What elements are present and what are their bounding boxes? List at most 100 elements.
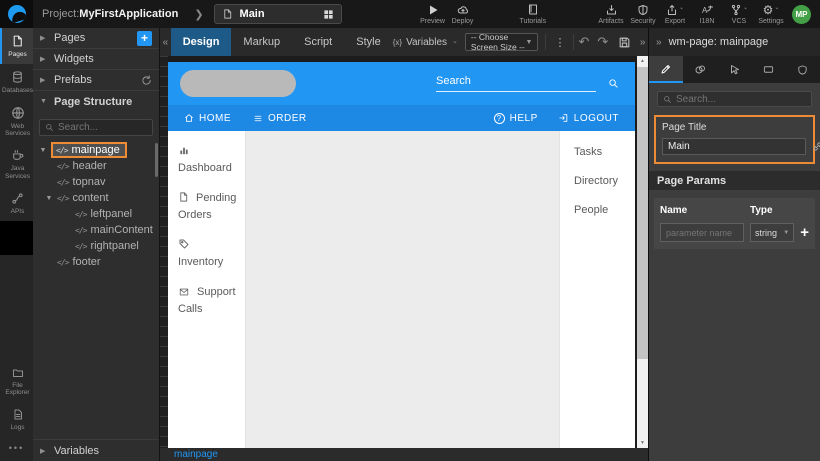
tab-properties[interactable]: [649, 56, 683, 83]
structure-search-input[interactable]: [58, 122, 147, 133]
grid-icon[interactable]: [323, 9, 334, 20]
search-icon[interactable]: [608, 78, 619, 89]
tree-node-content[interactable]: ▼ content: [33, 190, 159, 206]
preview-main-content[interactable]: [246, 131, 559, 448]
collapse-left-panel-icon[interactable]: «: [160, 37, 171, 48]
user-avatar[interactable]: MP: [792, 5, 811, 24]
param-type-select[interactable]: string ▼: [750, 223, 794, 242]
variable-icon: [393, 38, 402, 47]
tree-scrollbar[interactable]: [155, 143, 158, 177]
menu-item-support-calls[interactable]: Support Calls: [178, 284, 241, 317]
tab-device[interactable]: [752, 56, 786, 83]
menu-item-people[interactable]: People: [574, 204, 635, 216]
security-button[interactable]: Security: [628, 4, 658, 25]
tab-markup[interactable]: Markup: [231, 28, 292, 56]
section-widgets[interactable]: ▶ Widgets: [33, 49, 159, 70]
nav-order-link[interactable]: ORDER: [253, 113, 307, 124]
settings-button[interactable]: ⚙⌄ Settings: [756, 4, 786, 25]
tree-node-header[interactable]: header: [33, 158, 159, 174]
export-button[interactable]: ⌄ Export: [660, 4, 690, 25]
envelope-icon: [178, 287, 190, 297]
preview-header[interactable]: Search: [168, 62, 635, 105]
tab-styles[interactable]: [683, 56, 717, 83]
section-page-structure[interactable]: ▼ Page Structure: [33, 91, 159, 112]
preview-logo-placeholder[interactable]: [180, 70, 296, 97]
page-title-input[interactable]: [662, 138, 806, 155]
tab-security[interactable]: [786, 56, 820, 83]
section-prefabs[interactable]: ▶ Prefabs: [33, 70, 159, 91]
properties-search-input[interactable]: [676, 94, 806, 105]
variables-dropdown[interactable]: Variables ⌄: [393, 37, 458, 48]
tree-node-maincontent[interactable]: mainContent: [33, 222, 159, 238]
tab-style[interactable]: Style: [344, 28, 392, 56]
deploy-button[interactable]: Deploy: [448, 4, 478, 25]
caret-down-icon: ⌄: [774, 4, 779, 12]
nav-home-link[interactable]: HOME: [184, 113, 231, 124]
widget-code-icon: [75, 210, 86, 219]
rail-item-databases[interactable]: Databases: [0, 64, 33, 100]
menu-item-dashboard[interactable]: Dashboard: [178, 143, 241, 176]
scroll-up-icon[interactable]: ▲: [637, 56, 648, 66]
screen-size-select[interactable]: -- Choose Screen Size -- ▼: [465, 33, 539, 51]
rail-item-web-services[interactable]: Web Services: [0, 100, 33, 144]
properties-search[interactable]: [657, 91, 812, 107]
menu-item-inventory[interactable]: Inventory: [178, 237, 241, 270]
tree-node-mainpage[interactable]: ▼ mainpage: [33, 142, 159, 158]
menu-item-tasks[interactable]: Tasks: [574, 146, 635, 158]
preview-search-input[interactable]: Search: [436, 75, 596, 92]
wavemaker-logo-icon: [8, 5, 26, 23]
tree-node-leftpanel[interactable]: leftpanel: [33, 206, 159, 222]
vcs-button[interactable]: ⌄ VCS: [724, 4, 754, 25]
expanded-arrow-icon[interactable]: ▼: [39, 147, 47, 154]
nav-help-link[interactable]: ? HELP: [494, 113, 538, 124]
more-icon[interactable]: •••: [0, 437, 33, 461]
add-page-button[interactable]: +: [137, 31, 152, 46]
breadcrumb-mainpage[interactable]: mainpage: [174, 449, 218, 460]
section-variables[interactable]: ▶ Variables: [33, 439, 159, 461]
collapse-panel-icon[interactable]: »: [656, 37, 662, 48]
tab-script[interactable]: Script: [292, 28, 344, 56]
nav-logout-link[interactable]: LOGOUT: [558, 113, 619, 124]
menu-item-pending-orders[interactable]: Pending Orders: [178, 190, 241, 223]
tree-node-footer[interactable]: footer: [33, 254, 159, 270]
tree-node-rightpanel[interactable]: rightpanel: [33, 238, 159, 254]
bind-link-icon[interactable]: [812, 141, 820, 152]
kebab-menu-icon[interactable]: ⋮: [545, 34, 574, 50]
structure-search[interactable]: [39, 119, 153, 136]
canvas-scrollbar[interactable]: ▲ ▼: [637, 56, 648, 448]
collapse-right-panel-icon[interactable]: »: [637, 37, 648, 48]
i18n-button[interactable]: A I18N: [692, 4, 722, 25]
preview-button[interactable]: Preview: [418, 4, 448, 25]
rail-item-file-explorer[interactable]: File Explorer: [0, 361, 33, 403]
undo-icon[interactable]: ↶: [574, 34, 593, 50]
rail-item-apis[interactable]: APIs: [0, 186, 33, 221]
page-selector[interactable]: Main: [214, 4, 342, 24]
tree-node-topnav[interactable]: topnav: [33, 174, 159, 190]
pencil-icon: [660, 63, 672, 75]
cloud-upload-icon: [456, 4, 470, 16]
redo-icon[interactable]: ↷: [593, 34, 612, 50]
artifacts-button[interactable]: Artifacts: [596, 4, 626, 25]
scrollbar-thumb[interactable]: [637, 67, 648, 359]
menu-item-directory[interactable]: Directory: [574, 175, 635, 187]
section-pages[interactable]: ▶ Pages +: [33, 28, 159, 49]
refresh-icon[interactable]: [141, 75, 152, 86]
rail-item-logs[interactable]: Logs: [0, 402, 33, 437]
toolbar-right-actions: Artifacts Security ⌄ Export A I18N ⌄ VCS…: [596, 4, 786, 25]
expanded-arrow-icon: ▼: [40, 98, 48, 105]
rail-item-java-services[interactable]: Java Services: [0, 143, 33, 186]
tab-design[interactable]: Design: [171, 28, 232, 56]
page-preview-frame[interactable]: Search HOME ORDER: [168, 62, 635, 448]
add-param-button[interactable]: +: [800, 225, 809, 240]
tab-events[interactable]: [717, 56, 751, 83]
tutorials-button[interactable]: Tutorials: [518, 3, 549, 25]
save-icon[interactable]: [612, 36, 637, 49]
app-logo[interactable]: [0, 0, 33, 28]
play-icon: [427, 4, 439, 16]
param-name-input[interactable]: [660, 223, 744, 242]
scroll-down-icon[interactable]: ▼: [637, 438, 648, 448]
widget-code-icon: [56, 146, 67, 155]
rail-item-pages[interactable]: Pages: [0, 28, 33, 64]
document-icon: [178, 191, 189, 203]
expanded-arrow-icon[interactable]: ▼: [45, 195, 53, 202]
